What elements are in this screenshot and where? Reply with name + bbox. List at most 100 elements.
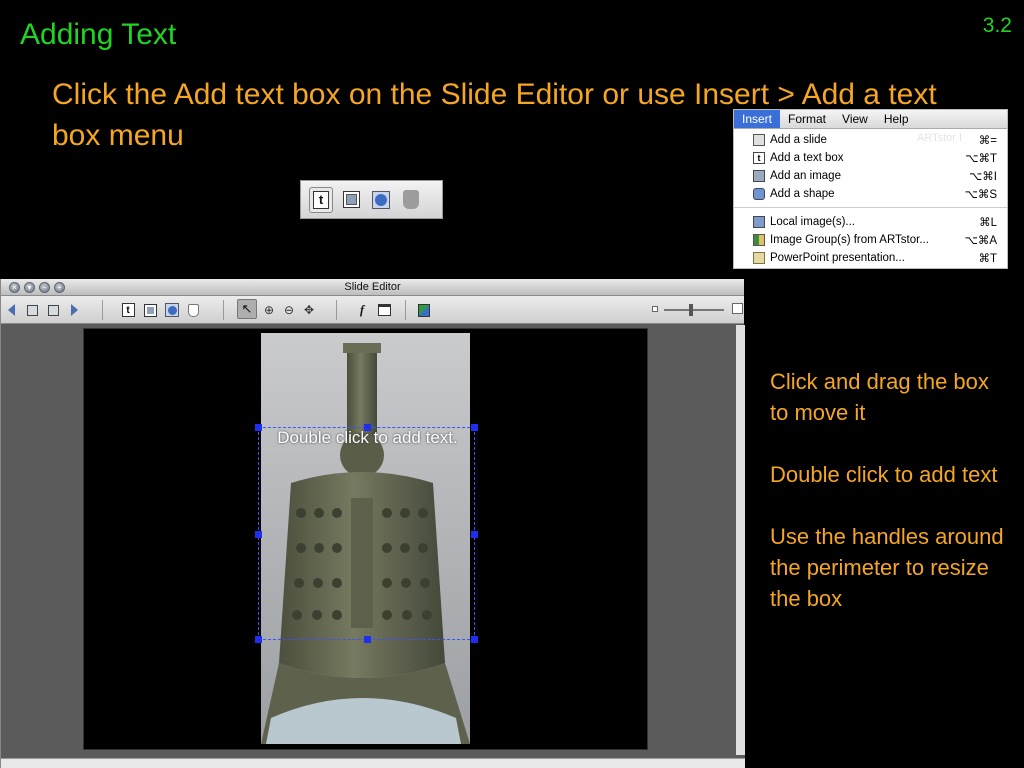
editor-add-image-button[interactable]	[142, 301, 158, 319]
menu-item-shortcut: ⌘T	[978, 253, 997, 265]
pan-button[interactable]: ✥	[302, 301, 316, 319]
image-group-icon	[753, 234, 765, 246]
editor-toolbar: t ↖ ⊕ ⊖ ✥ f	[1, 296, 744, 324]
resize-handle-bottom-right[interactable]	[471, 636, 478, 643]
previous-slide-icon[interactable]	[6, 301, 16, 319]
menu-view[interactable]: View	[834, 110, 876, 128]
menu-help[interactable]: Help	[876, 110, 917, 128]
resize-handle-left[interactable]	[255, 531, 262, 538]
toolbar-divider	[102, 300, 103, 320]
editor-add-text-box-button[interactable]: t	[120, 301, 136, 319]
toolbar-divider	[405, 300, 406, 320]
menu-item-shortcut: ⌘=	[978, 135, 997, 147]
slide-title: Adding Text	[20, 18, 177, 51]
menu-item-powerpoint[interactable]: PowerPoint presentation... ⌘T	[734, 249, 1007, 267]
window-titlebar: × ▾ – + Slide Editor	[1, 279, 744, 296]
menu-item-add-image[interactable]: Add an image ⌥⌘I	[734, 167, 1007, 185]
menu-item-shortcut: ⌘L	[979, 217, 997, 229]
zoom-in-button[interactable]: ⊕	[262, 301, 276, 319]
editor-bell-button[interactable]	[186, 301, 200, 319]
menu-item-add-text-box[interactable]: t Add a text box ⌥⌘T	[734, 149, 1007, 167]
powerpoint-icon	[753, 252, 765, 264]
insert-menu: Insert Format View Help ARTstor I Add a …	[733, 109, 1008, 269]
resize-handle-right[interactable]	[471, 531, 478, 538]
zoom-in-icon: ⊕	[263, 303, 275, 317]
resize-handle-bottom[interactable]	[364, 636, 371, 643]
resize-handle-bottom-left[interactable]	[255, 636, 262, 643]
resize-handle-top-right[interactable]	[471, 424, 478, 431]
note-add-text: Double click to add text	[770, 462, 998, 487]
image-icon	[753, 170, 765, 182]
shape-icon	[165, 303, 179, 317]
menu-item-image-groups[interactable]: Image Group(s) from ARTstor... ⌥⌘A	[734, 231, 1007, 249]
add-bell-button[interactable]	[399, 187, 423, 213]
menu-item-shortcut: ⌥⌘A	[964, 235, 997, 247]
resize-handle-top[interactable]	[364, 424, 371, 431]
menu-item-shortcut: ⌥⌘S	[964, 189, 997, 201]
add-image-button[interactable]	[339, 187, 363, 213]
slides-stack-icon	[47, 304, 59, 316]
menu-insert[interactable]: Insert	[734, 110, 781, 128]
text-box-icon: t	[313, 190, 329, 209]
bell-icon	[403, 190, 419, 209]
shape-icon	[372, 190, 390, 209]
text-box-placeholder[interactable]: Double click to add text.	[259, 428, 476, 448]
fonts-button[interactable]: f	[355, 301, 369, 319]
slide-editor-window: × ▾ – + Slide Editor t ↖ ⊕ ⊖ ✥ f Double …	[0, 279, 745, 768]
menu-item-label: Add an image	[770, 170, 841, 182]
slides-icon	[26, 304, 38, 316]
menu-item-add-shape[interactable]: Add a shape ⌥⌘S	[734, 185, 1007, 203]
menu-item-label: PowerPoint presentation...	[770, 252, 905, 264]
toolbar-divider	[336, 300, 337, 320]
resize-handle-top-left[interactable]	[255, 424, 262, 431]
editor-slide: Double click to add text.	[83, 328, 648, 750]
slide-icon	[753, 134, 765, 146]
image-icon	[143, 303, 157, 317]
menu-item-label: Image Group(s) from ARTstor...	[770, 234, 929, 246]
menu-separator	[734, 207, 1007, 208]
pan-icon: ✥	[303, 303, 315, 317]
zoom-slider[interactable]	[652, 302, 743, 318]
new-text-box[interactable]: Double click to add text.	[255, 424, 478, 643]
slide-sorter-button[interactable]	[25, 301, 39, 319]
slide-number: 3.2	[982, 14, 1012, 37]
export-button[interactable]	[417, 301, 431, 319]
instruction-notes: Click and drag the box to move it Double…	[770, 366, 1010, 645]
zoom-out-icon: ⊖	[283, 303, 295, 317]
menu-item-shortcut: ⌥⌘T	[965, 153, 997, 165]
slider-track	[664, 309, 724, 311]
pointer-icon: ↖	[237, 299, 257, 319]
slide-list-button[interactable]	[46, 301, 60, 319]
vertical-scrollbar[interactable]	[736, 325, 745, 755]
local-image-icon	[753, 216, 765, 228]
insert-menu-list: Add a slide ⌘= t Add a text box ⌥⌘T Add …	[734, 129, 1007, 267]
slide-canvas-area: Double click to add text.	[1, 325, 745, 768]
slider-knob[interactable]	[689, 304, 693, 316]
select-tool-button[interactable]: ↖	[237, 299, 257, 319]
menu-item-shortcut: ⌥⌘I	[969, 171, 997, 183]
toolbar-divider	[223, 300, 224, 320]
menu-item-label: Add a slide	[770, 134, 827, 146]
text-box-icon: t	[753, 152, 765, 164]
window-title: Slide Editor	[344, 281, 401, 293]
menu-item-label: Add a text box	[770, 152, 844, 164]
text-box-icon: t	[121, 303, 135, 317]
menu-bar: Insert Format View Help	[734, 110, 1007, 129]
add-items-toolbar: t	[300, 180, 443, 219]
horizontal-scrollbar[interactable]	[1, 758, 745, 768]
window-button[interactable]	[376, 301, 392, 319]
shape-icon	[753, 188, 765, 200]
menu-item-local-images[interactable]: Local image(s)... ⌘L	[734, 213, 1007, 231]
note-move: Click and drag the box to move it	[770, 369, 989, 425]
flag-icon	[418, 303, 430, 317]
menu-item-add-slide[interactable]: Add a slide ⌘=	[734, 131, 1007, 149]
note-resize: Use the handles around the perimeter to …	[770, 524, 1004, 611]
menu-item-label: Local image(s)...	[770, 216, 856, 228]
menu-format[interactable]: Format	[780, 110, 834, 128]
editor-add-shape-button[interactable]	[164, 301, 180, 319]
add-text-box-button[interactable]: t	[309, 186, 333, 213]
add-shape-button[interactable]	[369, 187, 393, 213]
zoom-large-icon	[732, 303, 743, 314]
zoom-out-button[interactable]: ⊖	[282, 301, 296, 319]
next-slide-icon[interactable]	[69, 301, 79, 319]
